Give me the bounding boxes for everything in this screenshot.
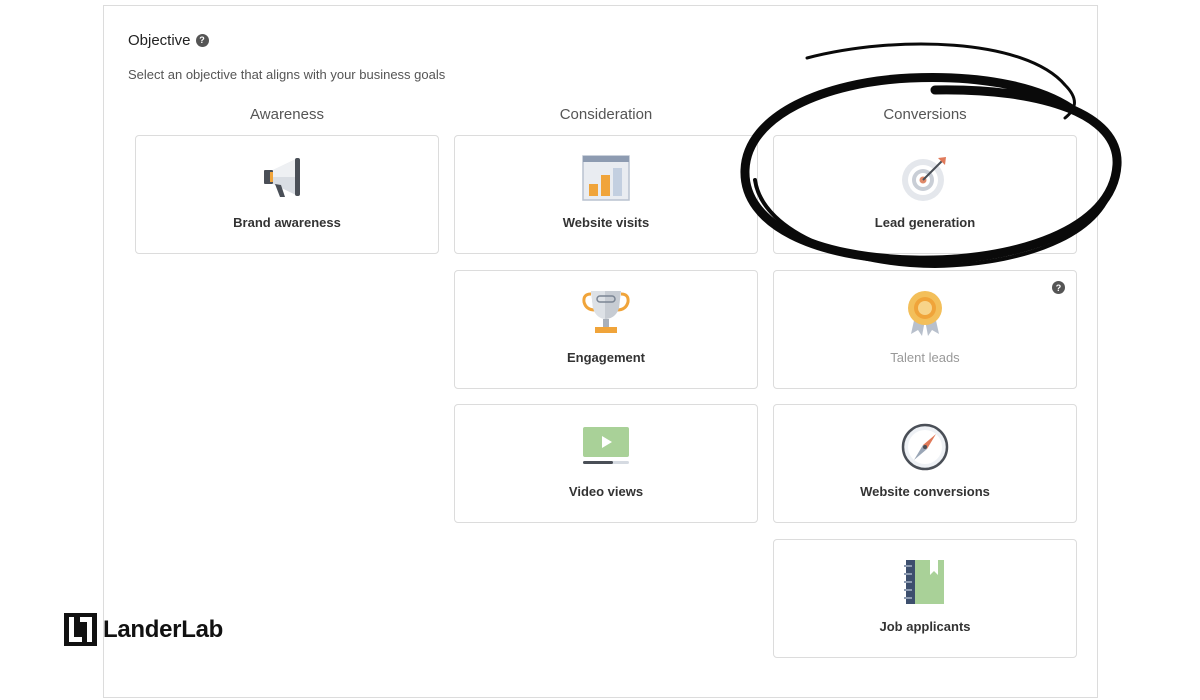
card-label-lead-generation: Lead generation [874,215,976,230]
objective-panel: Objective ? Select an objective that ali… [103,5,1098,698]
card-engagement[interactable]: Engagement [454,270,758,389]
card-label-engagement: Engagement [566,350,645,365]
card-label-job-applicants: Job applicants [879,619,971,634]
card-label-talent-leads: Talent leads [890,350,960,365]
card-label-website-conversions: Website conversions [860,484,990,499]
landerlab-logo-mark [64,613,97,646]
target-icon [902,157,946,201]
column-header-awareness: Awareness [250,106,324,123]
column-header-consideration: Consideration [559,106,653,123]
help-icon[interactable]: ? [1052,281,1065,294]
megaphone-icon [264,158,300,197]
card-lead-generation[interactable]: Lead generation [773,135,1077,254]
logo-text: LanderLab [103,615,223,643]
help-icon[interactable]: ? [195,34,209,47]
card-label-website-visits: Website visits [562,215,650,230]
card-website-conversions[interactable]: Website conversions [773,404,1077,523]
trophy-icon [582,291,630,333]
objective-title: Objective [128,32,191,49]
objective-heading: Objective ? [128,32,209,49]
bar-chart-browser-icon [582,155,630,201]
card-job-applicants[interactable]: Job applicants [773,539,1077,658]
card-brand-awareness[interactable]: Brand awareness [135,135,439,254]
column-header-conversions: Conversions [883,106,967,123]
card-video-views[interactable]: Video views [454,404,758,523]
objective-subtitle: Select an objective that aligns with you… [128,67,446,82]
card-talent-leads[interactable]: ? Talent leads [773,270,1077,389]
video-player-icon [583,427,629,464]
card-label-brand-awareness: Brand awareness [233,215,341,230]
card-label-video-views: Video views [568,484,644,499]
compass-icon [901,423,949,471]
award-ribbon-icon [908,291,942,336]
landerlab-logo: LanderLab [64,613,223,646]
notebook-icon [904,560,944,604]
card-website-visits[interactable]: Website visits [454,135,758,254]
